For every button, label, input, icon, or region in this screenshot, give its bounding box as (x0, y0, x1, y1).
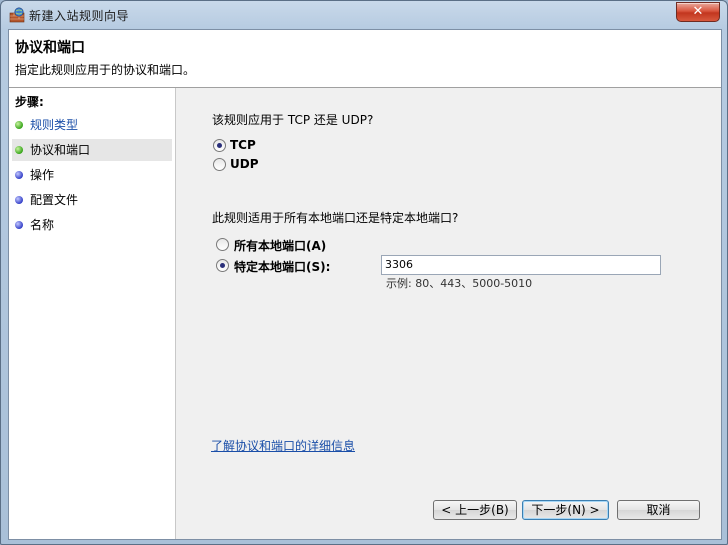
sidebar-item-action: 操作 (12, 164, 172, 186)
sidebar-item-label: 操作 (30, 168, 55, 182)
tcp-label[interactable]: TCP (230, 138, 256, 152)
specific-ports-input[interactable]: 3306 (381, 255, 661, 275)
title-bar[interactable]: 新建入站规则向导 ✕ (1, 1, 727, 29)
firewall-icon (9, 7, 25, 23)
main-panel: 该规则应用于 TCP 还是 UDP? TCP UDP 此规则适用于所有本地端口还… (176, 88, 721, 539)
next-button[interactable]: 下一步(N) > (522, 500, 609, 520)
udp-label[interactable]: UDP (230, 157, 259, 171)
page-header: 协议和端口 指定此规则应用于的协议和端口。 (9, 30, 721, 88)
learn-more-link[interactable]: 了解协议和端口的详细信息 (211, 437, 355, 454)
tcp-radio[interactable] (213, 139, 226, 152)
steps-sidebar: 步骤: 规则类型 协议和端口 操作 配置文件 名称 (9, 88, 176, 539)
sidebar-item-protocol-ports[interactable]: 协议和端口 (12, 139, 172, 161)
step-done-icon (15, 121, 23, 129)
client-area: 协议和端口 指定此规则应用于的协议和端口。 步骤: 规则类型 协议和端口 操作 … (8, 29, 722, 540)
specific-ports-radio[interactable] (216, 259, 229, 272)
sidebar-item-rule-type[interactable]: 规则类型 (12, 114, 172, 136)
step-current-icon (15, 146, 23, 154)
close-button[interactable]: ✕ (676, 2, 720, 22)
specific-ports-label[interactable]: 特定本地端口(S): (234, 258, 330, 275)
sidebar-item-profile: 配置文件 (12, 189, 172, 211)
page-description: 指定此规则应用于的协议和端口。 (15, 63, 196, 77)
all-ports-label[interactable]: 所有本地端口(A) (234, 237, 326, 254)
sidebar-item-label: 名称 (30, 218, 55, 232)
step-pending-icon (15, 171, 23, 179)
ports-question: 此规则适用于所有本地端口还是特定本地端口? (212, 211, 459, 225)
close-icon: ✕ (692, 4, 704, 19)
window-title: 新建入站规则向导 (29, 9, 130, 23)
all-ports-radio[interactable] (216, 238, 229, 251)
sidebar-item-label: 规则类型 (30, 118, 79, 132)
cancel-button[interactable]: 取消 (617, 500, 700, 520)
sidebar-item-name: 名称 (12, 214, 172, 236)
step-pending-icon (15, 221, 23, 229)
udp-radio[interactable] (213, 158, 226, 171)
back-button[interactable]: < 上一步(B) (433, 500, 517, 520)
steps-heading: 步骤: (15, 95, 44, 109)
wizard-window: 新建入站规则向导 ✕ 协议和端口 指定此规则应用于的协议和端口。 步骤: 规则类… (0, 0, 728, 545)
page-title: 协议和端口 (15, 40, 85, 56)
protocol-question: 该规则应用于 TCP 还是 UDP? (212, 113, 374, 127)
sidebar-item-label: 协议和端口 (30, 143, 91, 157)
sidebar-item-label: 配置文件 (30, 193, 79, 207)
ports-example-hint: 示例: 80、443、5000-5010 (386, 277, 533, 290)
step-pending-icon (15, 196, 23, 204)
